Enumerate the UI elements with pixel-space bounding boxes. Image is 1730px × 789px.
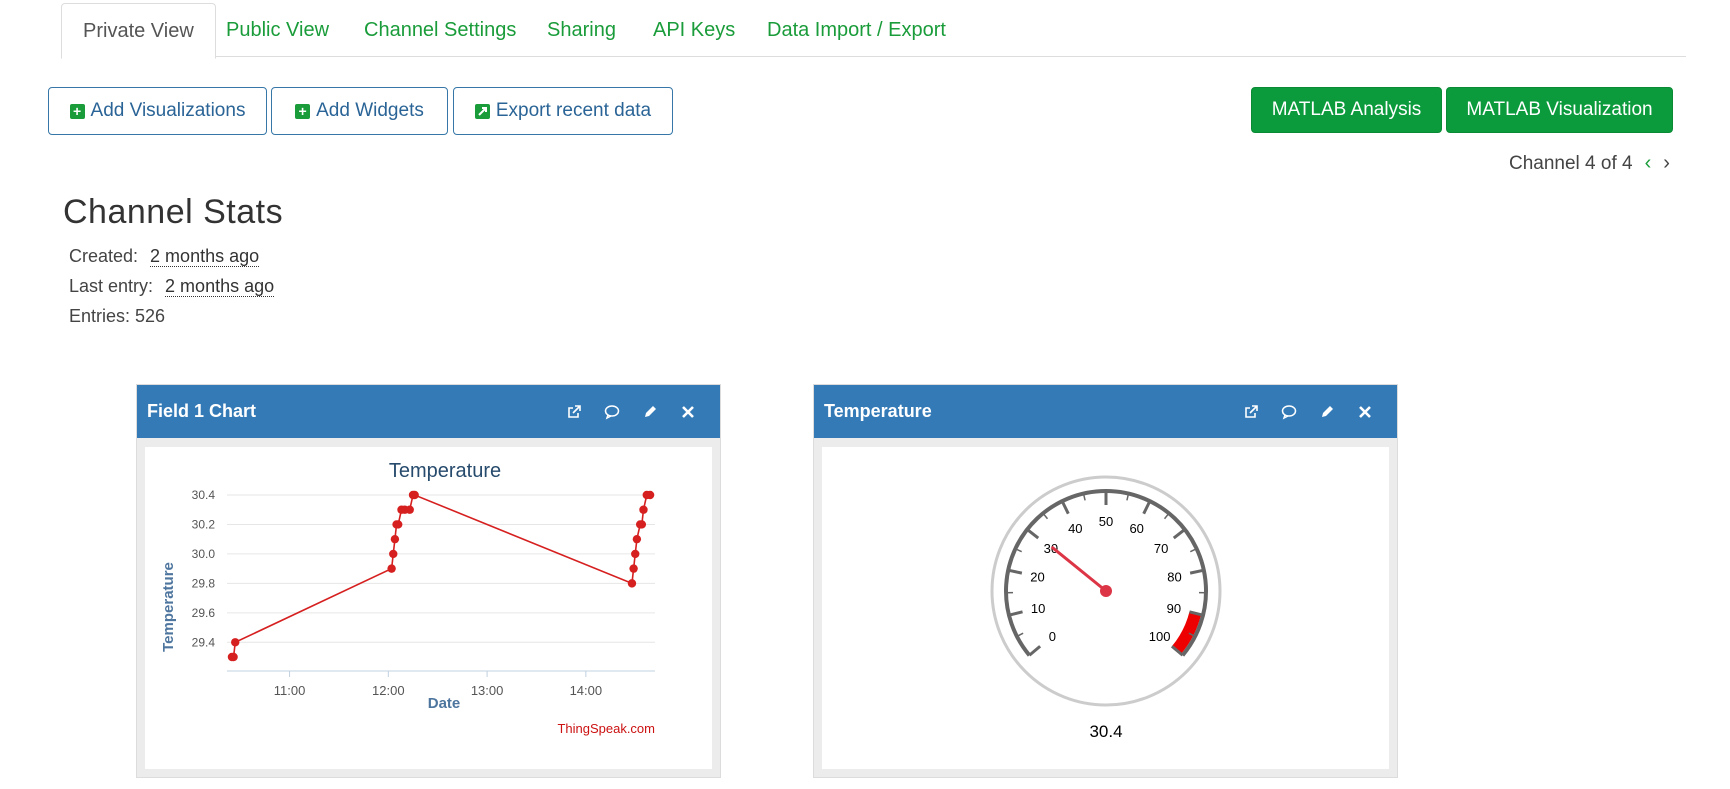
temperature-gauge: 010203040 50 60708090100 30.4 <box>990 475 1222 741</box>
gauge-tick-label: 60 <box>1129 521 1143 536</box>
series-line <box>231 494 651 658</box>
chevron-left-icon[interactable]: ‹ <box>1645 152 1652 175</box>
matlab-visualization-button[interactable]: MATLAB Visualization <box>1446 87 1673 133</box>
last-entry-label: Last entry: <box>69 276 154 296</box>
close-icon[interactable] <box>680 404 696 420</box>
panel-title: Temperature <box>824 401 932 421</box>
export-recent-data-label: Export recent data <box>495 100 652 121</box>
comment-icon[interactable] <box>1281 404 1297 420</box>
tab-sharing[interactable]: Sharing <box>547 3 616 56</box>
external-link-icon[interactable] <box>1243 404 1259 420</box>
gauge-tick-label: 40 <box>1068 521 1082 536</box>
x-tick-label: 12:00 <box>372 683 405 698</box>
tab-channel-settings[interactable]: Channel Settings <box>364 3 516 56</box>
gauge-tick-label: 10 <box>1031 601 1045 616</box>
export-recent-data-button[interactable]: Export recent data <box>453 87 673 135</box>
channel-pager-text: Channel 4 of 4 <box>1509 152 1633 174</box>
tab-public-view[interactable]: Public View <box>226 3 329 56</box>
tab-private-view[interactable]: Private View <box>61 3 216 59</box>
y-tick-label: 29.4 <box>192 635 216 649</box>
gauge-tick-label: 100 <box>1149 629 1171 644</box>
matlab-analysis-button[interactable]: MATLAB Analysis <box>1251 87 1442 133</box>
gauge-needle-hub <box>1100 585 1112 597</box>
x-tick-label: 13:00 <box>471 683 504 698</box>
data-point[interactable] <box>231 638 240 647</box>
x-axis-label: Date <box>428 695 461 712</box>
y-tick-label: 30.2 <box>192 517 216 531</box>
gauge-tick-label: 50 <box>1099 514 1113 529</box>
data-point[interactable] <box>405 505 414 514</box>
panel-header: Field 1 Chart <box>137 385 720 438</box>
data-point[interactable] <box>645 490 655 500</box>
chart-watermark[interactable]: ThingSpeak.com <box>557 721 655 736</box>
y-tick-label: 29.6 <box>192 606 216 620</box>
data-point[interactable] <box>631 549 640 559</box>
data-point[interactable] <box>387 564 396 573</box>
y-tick-label: 30.4 <box>192 488 216 502</box>
data-point[interactable] <box>627 579 637 588</box>
chevron-right-icon[interactable]: › <box>1663 152 1670 175</box>
data-point[interactable] <box>639 505 648 514</box>
gauge-tick-label: 80 <box>1167 569 1181 584</box>
chart-area: Temperature 29.4 29.6 29.8 30.0 30.2 30.4 11:… <box>145 447 712 769</box>
gauge-value: 30.4 <box>1089 722 1122 741</box>
stat-created: Created: 2 months ago <box>69 246 260 267</box>
y-tick-label: 29.8 <box>192 576 216 590</box>
gauge-tick-label: 30 <box>1044 541 1058 556</box>
data-point[interactable] <box>410 490 419 500</box>
last-entry-value: 2 months ago <box>165 276 275 297</box>
channel-stats-title: Channel Stats <box>63 193 284 231</box>
data-point[interactable] <box>632 534 642 544</box>
external-link-icon[interactable] <box>566 404 582 420</box>
created-value: 2 months ago <box>150 246 260 267</box>
close-icon[interactable] <box>1357 404 1373 420</box>
temperature-line-chart: Temperature 29.4 29.6 29.8 30.0 30.2 30.4 11:… <box>160 460 655 736</box>
plus-icon: + <box>69 103 85 119</box>
gauge-area: 0 10 20 30 40 50 60 70 80 90 100 30.4 <box>822 447 1389 769</box>
gauge-tick-label: 20 <box>1030 569 1044 584</box>
data-point[interactable] <box>389 549 398 559</box>
field-chart-panel: Field 1 Chart Temperature 29.4 29.6 29.8 30… <box>136 384 721 778</box>
gauge-panel: Temperature 0 10 20 30 40 50 60 70 80 90 100 30.4 <box>813 384 1398 778</box>
data-point[interactable] <box>629 564 638 573</box>
x-tick-label: 11:00 <box>274 683 306 698</box>
add-widgets-button[interactable]: + Add Widgets <box>271 87 448 135</box>
tab-data-import-export[interactable]: Data Import / Export <box>767 3 946 56</box>
y-tick-label: 30.0 <box>192 547 216 561</box>
gauge-tick-label: 70 <box>1154 541 1168 556</box>
pencil-icon[interactable] <box>642 404 658 420</box>
add-visualizations-label: Add Visualizations <box>90 100 246 121</box>
tab-api-keys[interactable]: API Keys <box>653 3 735 56</box>
data-point[interactable] <box>394 520 403 529</box>
created-label: Created: <box>69 246 139 266</box>
gauge-tick-label: 90 <box>1167 601 1181 616</box>
add-visualizations-button[interactable]: + Add Visualizations <box>48 87 267 135</box>
panel-header: Temperature <box>814 385 1397 438</box>
data-point[interactable] <box>637 520 647 529</box>
stat-last-entry: Last entry: 2 months ago <box>69 276 275 297</box>
y-axis-label: Temperature <box>160 562 177 652</box>
external-link-icon <box>474 103 490 119</box>
channel-pager: Channel 4 of 4 ‹ › <box>1509 152 1670 175</box>
data-point[interactable] <box>390 534 400 544</box>
channel-tabs: Private View Public View Channel Setting… <box>61 3 1686 59</box>
stat-entries: Entries: 526 <box>69 306 166 326</box>
gauge-tick-label: 0 <box>1049 629 1056 644</box>
x-tick-label: 14:00 <box>570 683 603 698</box>
pencil-icon[interactable] <box>1319 404 1335 420</box>
panel-title: Field 1 Chart <box>147 401 257 421</box>
chart-title: Temperature <box>389 460 501 482</box>
add-widgets-label: Add Widgets <box>316 100 424 121</box>
data-point[interactable] <box>229 652 238 662</box>
comment-icon[interactable] <box>604 404 620 420</box>
plus-icon: + <box>295 103 311 119</box>
